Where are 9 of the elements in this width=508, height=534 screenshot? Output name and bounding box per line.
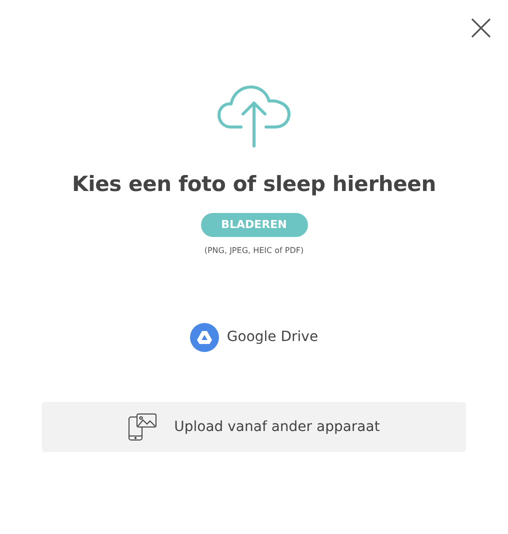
drive-icon (190, 323, 219, 352)
google-drive-button[interactable]: Google Drive (190, 323, 318, 352)
formats-note: (PNG, JPEG, HEIC of PDF) (204, 245, 304, 258)
upload-from-device-button[interactable]: Upload vanaf ander apparaat (42, 402, 466, 452)
upload-heading: Kies een foto of sleep hierheen (72, 172, 436, 198)
cloud-upload-icon (217, 84, 291, 148)
close-button[interactable] (469, 16, 493, 40)
close-icon (469, 16, 493, 40)
phone-image-icon (128, 413, 158, 442)
